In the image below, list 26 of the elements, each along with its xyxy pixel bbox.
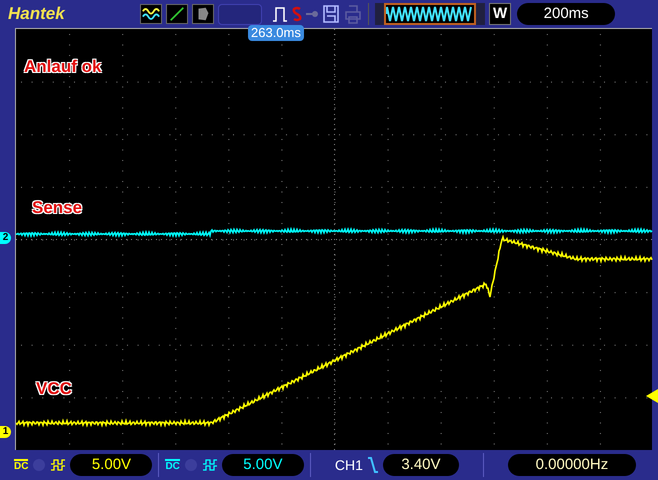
channel-marker[interactable]: 1: [0, 426, 11, 438]
volts-per-div-readout: 5.00V: [222, 454, 304, 476]
square-wave-icon[interactable]: [202, 458, 218, 472]
trigger-source: CH1: [334, 456, 363, 474]
key-icon: [306, 8, 318, 20]
annotation-label: Anlauf ok: [24, 56, 102, 78]
channel-waves-icon[interactable]: [140, 4, 162, 24]
shape-icon[interactable]: [192, 4, 214, 24]
brand-logo: Hantek: [8, 3, 66, 26]
waveform-overview[interactable]: [375, 3, 485, 25]
channel-marker[interactable]: 2: [0, 232, 11, 244]
annotation-label: VCC: [36, 378, 72, 400]
timebase-readout: 200ms: [517, 3, 616, 25]
frequency-readout: 0.00000Hz: [508, 454, 636, 476]
trigger-time-marker[interactable]: 263.0ms: [248, 25, 304, 41]
annotation-label: Sense: [32, 197, 82, 219]
coupling-indicator[interactable]: DC: [14, 458, 28, 472]
trigger-level-icon[interactable]: [646, 389, 658, 403]
empty-panel: [218, 4, 262, 24]
printer-icon: [344, 4, 362, 24]
window-mode-button[interactable]: W: [489, 3, 512, 25]
save-icon[interactable]: [322, 4, 340, 24]
trigger-level-readout: 3.40V: [382, 454, 459, 476]
volts-per-div-readout: 5.00V: [70, 454, 152, 476]
coupling-indicator[interactable]: DC: [165, 458, 180, 472]
falling-edge-icon[interactable]: [366, 456, 379, 474]
